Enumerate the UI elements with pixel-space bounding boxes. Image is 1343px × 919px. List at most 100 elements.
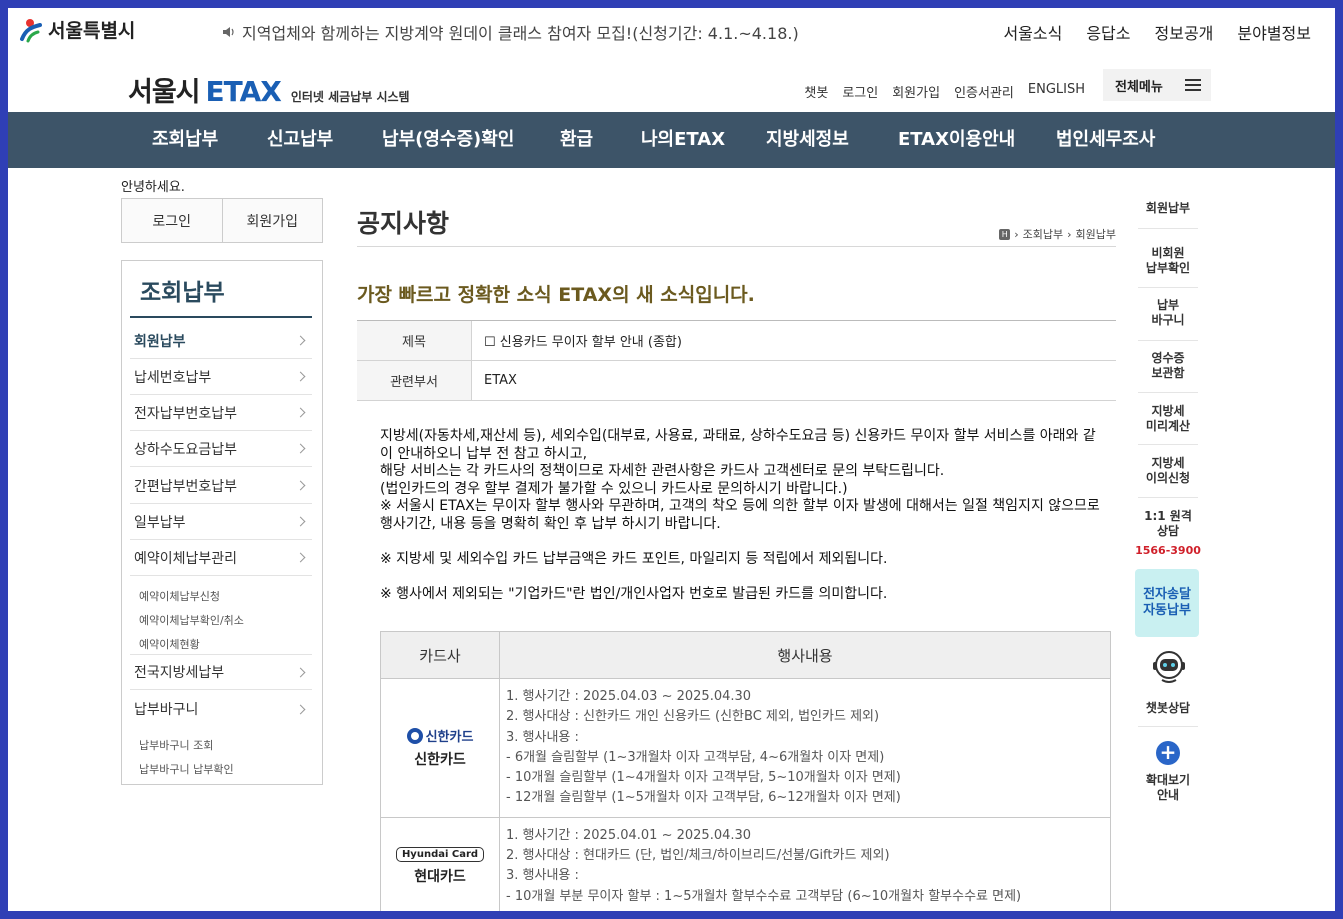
- all-menu-label: 전체메뉴: [1115, 79, 1163, 95]
- event-line: 2. 행사대상 : 신한카드 개인 신용카드 (신한BC 제외, 법인카드 제외…: [506, 709, 880, 725]
- quick-divider: [1138, 287, 1198, 288]
- seoul-logo-icon: [20, 18, 42, 42]
- event-line: 3. 행사내용 :: [506, 729, 579, 745]
- lnb-item-taxno-payment[interactable]: 납세번호납부: [130, 359, 312, 395]
- lnb-item-nationwide-payment[interactable]: 전국지방세납부: [130, 654, 312, 690]
- lnb-sub-reserve-check[interactable]: 예약이체납부확인/취소: [139, 612, 244, 628]
- card-name: 현대카드: [414, 868, 466, 885]
- util-link-chatbot[interactable]: 챗봇: [804, 82, 828, 101]
- quick-divider: [1138, 340, 1198, 341]
- lnb-sub-reserve-status[interactable]: 예약이체현황: [139, 636, 200, 652]
- seoul-logo[interactable]: 서울특별시: [18, 16, 135, 43]
- gnb-refund[interactable]: 환급: [560, 112, 593, 168]
- lnb-item-basket[interactable]: 납부바구니: [130, 691, 312, 727]
- body-paragraph: 해당 서비스는 각 카드사의 정책이므로 자세한 관련사항은 카드사 고객센터로…: [380, 463, 945, 479]
- lnb-item-label: 상하수도요금납부: [134, 441, 238, 458]
- util-links: 챗봇 로그인 회원가입 인증서관리 ENGLISH: [804, 82, 1085, 101]
- gnb-receipt-check[interactable]: 납부(영수증)확인: [382, 112, 514, 168]
- lnb-item-water-payment[interactable]: 상하수도요금납부: [130, 431, 312, 467]
- lnb-sub-reserve-apply[interactable]: 예약이체납부신청: [139, 588, 220, 604]
- quick-tax-appeal[interactable]: 지방세 이의신청: [1134, 456, 1202, 486]
- login-box: 로그인 회원가입: [121, 198, 323, 243]
- gnb-local-tax-info[interactable]: 지방세정보: [766, 112, 849, 168]
- gnb-etax-guide[interactable]: ETAX이용안내: [898, 112, 1015, 168]
- info-row-title: 제목 ☐ 신용카드 무이자 할부 안내 (종합): [357, 321, 1116, 361]
- card-cell: 신한카드 신한카드: [381, 679, 500, 817]
- event-cell: 1. 행사기간 : 2025.04.03 ~ 2025.04.30 2. 행사대…: [500, 679, 1110, 817]
- etax-logo-seoul: 서울시: [128, 77, 201, 108]
- gnb-corporate-audit[interactable]: 법인세무조사: [1056, 112, 1155, 168]
- lnb-item-reserve-transfer[interactable]: 예약이체납부관리: [130, 540, 312, 576]
- login-button[interactable]: 로그인: [122, 199, 222, 242]
- lnb-item-epay-payment[interactable]: 전자납부번호납부: [130, 395, 312, 431]
- join-button[interactable]: 회원가입: [221, 199, 322, 242]
- speaker-icon: [223, 27, 234, 37]
- chevron-right-icon: [295, 407, 306, 418]
- gov-link-news[interactable]: 서울소식: [1003, 20, 1062, 44]
- gov-links: 서울소식 응답소 정보공개 분야별정보: [1003, 20, 1311, 44]
- body-paragraph: ※ 서울시 ETAX는 무이자 할부 행사와 무관하며, 고객의 착오 등에 의…: [380, 498, 1100, 532]
- zoom-plus-icon[interactable]: +: [1156, 741, 1180, 765]
- shinhan-card-logo: 신한카드: [406, 726, 473, 745]
- body-paragraph: ※ 지방세 및 세외수입 카드 납부금액은 카드 포인트, 마일리지 등 적립에…: [380, 550, 888, 567]
- chevron-right-icon: [295, 552, 306, 563]
- breadcrumb-sep-icon: ›: [1014, 227, 1019, 241]
- event-line: - 6개월 슬림할부 (1~3개월차 이자 고객부담, 4~6개월차 이자 면제…: [506, 749, 885, 765]
- quick-phone-number: 1566-3900: [1135, 544, 1201, 557]
- quick-menu: 회원납부 비회원 납부확인 납부 바구니 영수증 보관함 지방세 미리계산 지방…: [1130, 176, 1206, 816]
- breadcrumb-item[interactable]: 조회납부: [1023, 226, 1063, 242]
- card-table-header: 카드사 행사내용: [381, 632, 1110, 679]
- chatbot-robot-icon[interactable]: [1150, 648, 1188, 686]
- quick-member-payment[interactable]: 회원납부: [1134, 201, 1202, 216]
- lnb-sub-basket-confirm[interactable]: 납부바구니 납부확인: [139, 761, 234, 777]
- event-cell: 1. 행사기간 : 2025.04.01 ~ 2025.04.30 2. 행사대…: [500, 818, 1110, 911]
- info-value: ETAX: [484, 373, 517, 388]
- quick-basket[interactable]: 납부 바구니: [1134, 298, 1202, 328]
- chevron-right-icon: [295, 335, 306, 346]
- notice-text: 지역업체와 함께하는 지방계약 원데이 클래스 참여자 모집!(신청기간: 4.…: [242, 24, 799, 43]
- util-link-cert[interactable]: 인증서관리: [954, 82, 1014, 101]
- notice-ticker[interactable]: 지역업체와 함께하는 지방계약 원데이 클래스 참여자 모집!(신청기간: 4.…: [222, 20, 799, 44]
- global-nav: 조회납부 신고납부 납부(영수증)확인 환급 나의ETAX 지방세정보 ETAX…: [8, 112, 1335, 168]
- breadcrumb-item[interactable]: 회원납부: [1076, 226, 1116, 242]
- lnb-item-partial-payment[interactable]: 일부납부: [130, 504, 312, 540]
- gov-link-field-info[interactable]: 분야별정보: [1237, 20, 1311, 44]
- gnb-my-etax[interactable]: 나의ETAX: [641, 112, 725, 168]
- quick-receipt-box[interactable]: 영수증 보관함: [1134, 351, 1202, 381]
- quick-divider: [1138, 392, 1198, 393]
- col-header-event: 행사내용: [777, 646, 833, 665]
- event-line: - 10개월 부분 무이자 할부 : 1~5개월차 할부수수료 고객부담 (6~…: [506, 888, 1022, 904]
- lnb-item-simple-payment[interactable]: 간편납부번호납부: [130, 468, 312, 504]
- left-nav: 조회납부 회원납부 납세번호납부 전자납부번호납부 상하수도요금납부 간편납부번…: [121, 260, 323, 785]
- chevron-right-icon: [295, 516, 306, 527]
- util-link-english[interactable]: ENGLISH: [1028, 82, 1085, 101]
- lnb-item-label: 전자납부번호납부: [134, 405, 238, 422]
- gnb-inquiry-payment[interactable]: 조회납부: [152, 112, 218, 168]
- quick-auto-payment[interactable]: 전자송달 자동납부: [1135, 569, 1199, 637]
- quick-guest-check[interactable]: 비회원 납부확인: [1134, 246, 1202, 276]
- notice-info-table: 제목 ☐ 신용카드 무이자 할부 안내 (종합) 관련부서 ETAX: [357, 320, 1116, 401]
- card-name: 신한카드: [414, 752, 466, 769]
- all-menu-button[interactable]: 전체메뉴: [1103, 69, 1211, 101]
- util-link-login[interactable]: 로그인: [842, 82, 878, 101]
- home-icon[interactable]: H: [999, 228, 1011, 240]
- event-line: - 12개월 슬림할부 (1~5개월차 이자 고객부담, 6~12개월차 이자 …: [506, 790, 901, 806]
- quick-tax-calc[interactable]: 지방세 미리계산: [1134, 404, 1202, 434]
- quick-zoom-guide[interactable]: 확대보기 안내: [1134, 773, 1202, 803]
- lnb-item-label: 간편납부번호납부: [134, 478, 238, 495]
- chevron-right-icon: [295, 704, 306, 714]
- body-paragraph: ※ 행사에서 제외되는 "기업카드"란 법인/개인사업자 번호로 발급된 카드를…: [380, 585, 888, 602]
- gov-link-disclosure[interactable]: 정보공개: [1155, 20, 1214, 44]
- chevron-right-icon: [295, 480, 306, 491]
- lnb-sub-basket-view[interactable]: 납부바구니 조회: [139, 737, 213, 753]
- greeting-text: 안녕하세요.: [121, 180, 185, 195]
- quick-chatbot-label[interactable]: 챗봇상담: [1134, 701, 1202, 716]
- lnb-item-member-payment[interactable]: 회원납부: [130, 323, 312, 359]
- util-link-join[interactable]: 회원가입: [892, 82, 940, 101]
- lnb-title-divider: [130, 316, 312, 318]
- event-line: 1. 행사기간 : 2025.04.03 ~ 2025.04.30: [506, 689, 752, 704]
- etax-logo[interactable]: 서울시 ETAX 인터넷 세금납부 시스템: [128, 70, 410, 109]
- gnb-report-payment[interactable]: 신고납부: [267, 112, 333, 168]
- quick-remote-support[interactable]: 1:1 원격 상담: [1134, 509, 1202, 539]
- gov-link-response[interactable]: 응답소: [1086, 20, 1130, 44]
